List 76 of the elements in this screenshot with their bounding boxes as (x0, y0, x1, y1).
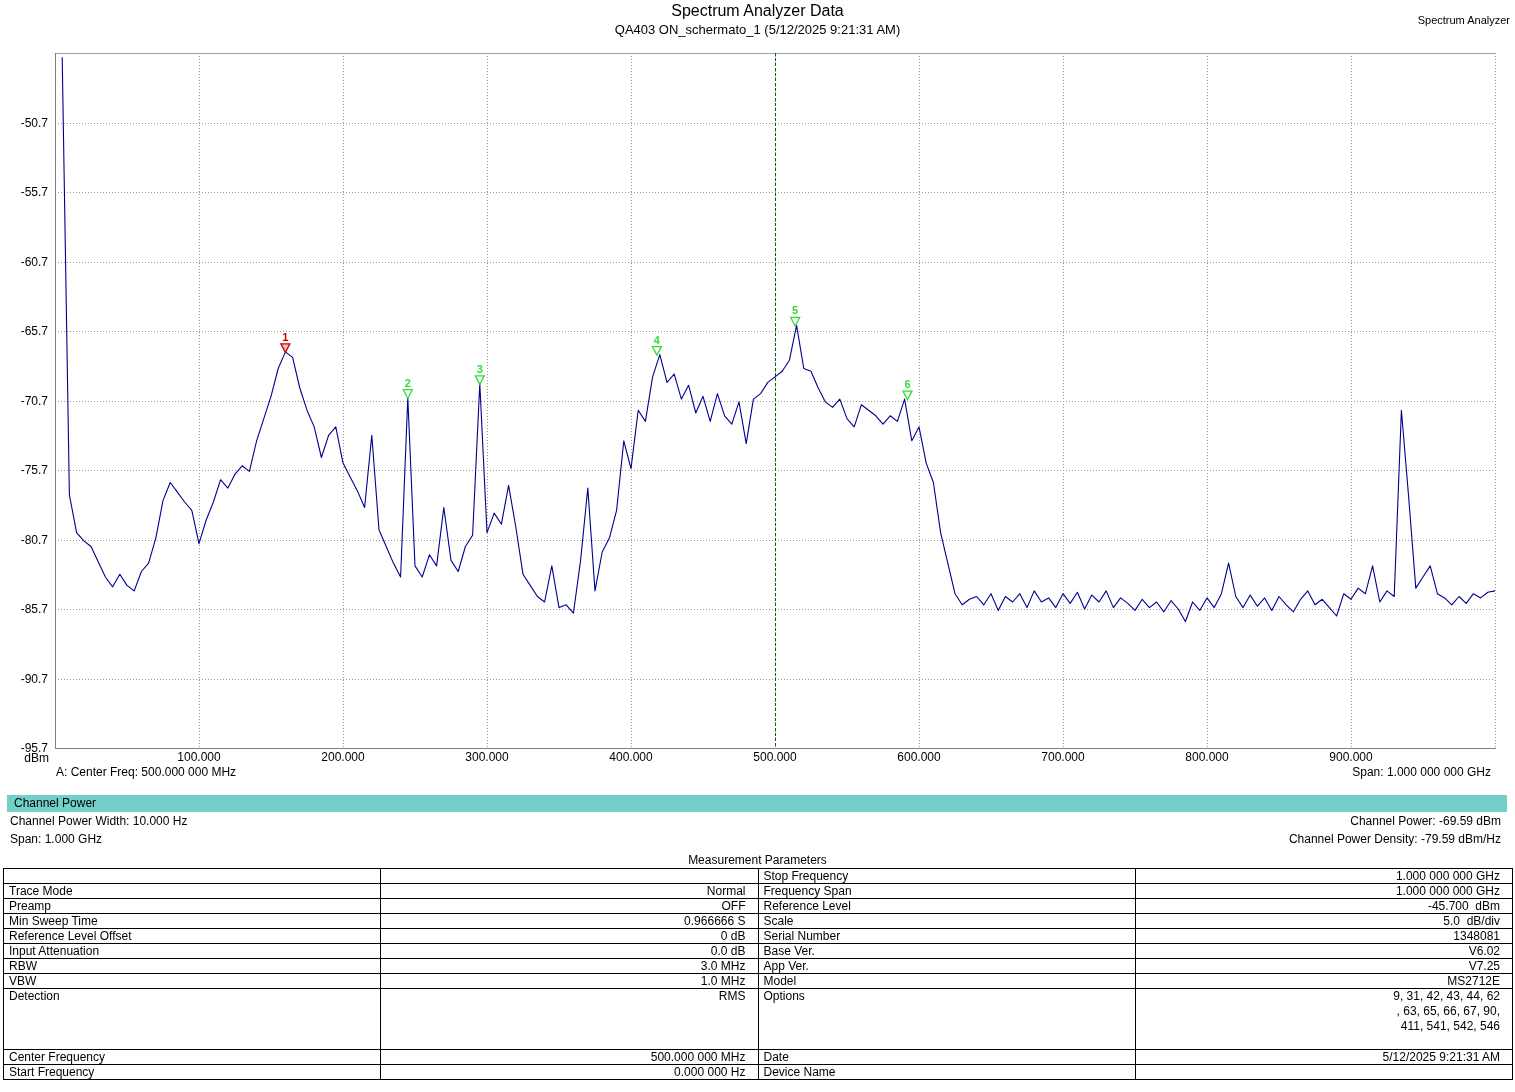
parameter-name: Model (758, 973, 1136, 989)
y-tick-label: -85.7 (20, 602, 48, 616)
parameter-name: Preamp (3, 898, 381, 914)
parameter-value: 5.0 dB/div (1135, 913, 1513, 929)
span-label: Span: 1.000 000 000 GHz (1352, 765, 1491, 779)
parameter-value: 0.0 dB (380, 943, 758, 959)
y-tick-label: -75.7 (20, 463, 48, 477)
channel-power-setting: Channel Power Width: 10.000 Hz (10, 813, 188, 830)
parameter-name: Frequency Span (758, 883, 1136, 899)
channel-power-header: Channel Power (7, 795, 1507, 812)
marker-number: 3 (476, 362, 483, 375)
marker-number: 5 (792, 304, 799, 317)
parameter-name: VBW (3, 973, 381, 989)
x-tick-label: 400.000 (609, 750, 653, 764)
x-tick-label: 900.000 (1329, 750, 1373, 764)
parameter-value: 1.000 000 000 GHz (1135, 868, 1513, 884)
parameter-value: 1348081 (1135, 928, 1513, 944)
parameter-value: 1.000 000 000 GHz (1135, 883, 1513, 899)
parameter-name: Reference Level (758, 898, 1136, 914)
x-tick-label: 200.000 (321, 750, 365, 764)
channel-power-setting: Span: 1.000 GHz (10, 831, 103, 848)
parameter-name: Min Sweep Time (3, 913, 381, 929)
parameter-value: 0 dB (380, 928, 758, 944)
report-subtitle: QA403 ON_schermato_1 (5/12/2025 9:21:31 AM) (614, 22, 901, 38)
parameter-name: Input Attenuation (3, 943, 381, 959)
x-tick-label: 800.000 (1185, 750, 1229, 764)
parameter-value: Normal (380, 883, 758, 899)
y-tick-label: -80.7 (20, 532, 48, 547)
marker-number: 6 (904, 378, 911, 391)
x-tick-label: 300.000 (465, 750, 509, 764)
marker-number: 2 (404, 376, 411, 389)
marker-number: 4 (653, 333, 660, 346)
parameter-name: Device Name (758, 1064, 1136, 1080)
parameter-name: Date (758, 1049, 1136, 1065)
parameter-value: RMS (380, 988, 758, 1050)
parameter-value: -45.700 dBm (1135, 898, 1513, 914)
parameter-name: Trace Mode (3, 883, 381, 899)
x-tick-label: 100.000 (177, 750, 221, 764)
parameter-value: OFF (380, 898, 758, 914)
marker-number: 1 (282, 330, 289, 343)
report-title: Spectrum Analyzer Data (670, 2, 845, 20)
parameter-name: App Ver. (758, 958, 1136, 974)
channel-power-reading: Channel Power: -69.59 dBm (1350, 813, 1501, 830)
y-tick-label: -70.7 (20, 393, 48, 408)
parameter-value: 0.966666 S (380, 913, 758, 929)
y-tick-label: -50.7 (20, 115, 48, 130)
y-tick-label: -60.7 (20, 254, 48, 269)
parameter-value: 1.0 MHz (380, 973, 758, 989)
parameter-value: 5/12/2025 9:21:31 AM (1135, 1049, 1513, 1065)
instrument-label: Spectrum Analyzer (1417, 14, 1510, 26)
parameter-name: Stop Frequency (758, 868, 1136, 884)
parameter-name: Detection (3, 988, 381, 1050)
parameter-name: Serial Number (758, 928, 1136, 944)
parameter-value: 0.000 000 Hz (380, 1064, 758, 1080)
parameter-value: V7.25 (1135, 958, 1513, 974)
parameter-value: 500.000 000 MHz (380, 1049, 758, 1065)
parameter-value: 3.0 MHz (380, 958, 758, 974)
parameter-name: Scale (758, 913, 1136, 929)
parameter-name: Base Ver. (758, 943, 1136, 959)
table-title: Measurement Parameters (688, 853, 827, 867)
parameter-name: Options (758, 988, 1136, 1050)
parameter-name: Start Frequency (3, 1064, 381, 1080)
y-tick-label: -55.7 (20, 185, 48, 199)
center-frequency-label: A: Center Freq: 500.000 000 MHz (56, 765, 237, 779)
y-tick-label: -65.7 (20, 324, 48, 338)
x-tick-label: 700.000 (1041, 750, 1085, 764)
channel-power-reading: Channel Power Density: -79.59 dBm/Hz (1288, 831, 1501, 848)
parameter-value: MS2712E (1135, 973, 1513, 989)
parameter-name: Reference Level Offset (3, 928, 381, 944)
x-tick-label: 500.000 (753, 750, 797, 764)
parameter-value: V6.02 (1135, 943, 1513, 959)
y-tick-label: -90.7 (20, 671, 48, 686)
parameter-name: RBW (3, 958, 381, 974)
parameter-name: Center Frequency (3, 1049, 381, 1065)
x-tick-label: 600.000 (897, 750, 941, 764)
parameter-value: 9, 31, 42, 43, 44, 62 , 63, 65, 66, 67, 90, 411, 541, 542, 546 (1135, 988, 1513, 1050)
